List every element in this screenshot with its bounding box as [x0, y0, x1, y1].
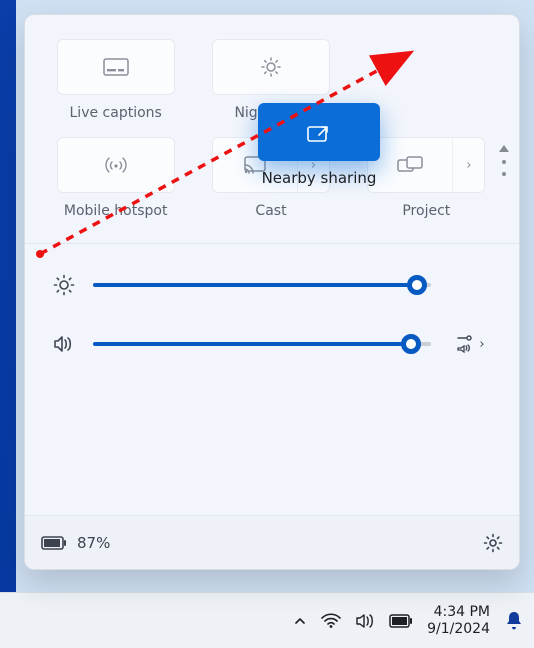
- page-dot: [502, 172, 506, 176]
- night-light-button[interactable]: [212, 39, 330, 95]
- share-icon: [306, 121, 332, 143]
- scroll-up-icon: [499, 145, 509, 152]
- speaker-icon[interactable]: [355, 613, 375, 629]
- chevron-right-icon: ›: [466, 158, 471, 173]
- mobile-hotspot-button[interactable]: [57, 137, 175, 193]
- battery-icon[interactable]: [389, 614, 413, 628]
- tile-live-captions: Live captions: [47, 39, 184, 127]
- project-expand[interactable]: ›: [452, 138, 484, 192]
- captions-icon: [103, 58, 129, 76]
- quick-settings-footer: 87%: [25, 515, 519, 569]
- tray-overflow-chevron-icon[interactable]: [293, 614, 307, 628]
- clock-time: 4:34 PM: [427, 604, 490, 620]
- battery-icon: [41, 536, 67, 550]
- battery-percent: 87%: [77, 534, 110, 552]
- clock[interactable]: 4:34 PM 9/1/2024: [427, 604, 490, 636]
- project-label: Project: [402, 203, 450, 225]
- tile-mobile-hotspot: Mobile hotspot: [47, 137, 184, 225]
- quick-settings-panel: Live captions Night light Mobile hotspot: [24, 14, 520, 570]
- page-dot: [502, 160, 506, 164]
- page-indicators[interactable]: [499, 145, 509, 176]
- notifications-bell-icon[interactable]: [504, 610, 524, 632]
- brightness-icon: [51, 274, 77, 296]
- settings-button[interactable]: [483, 533, 503, 553]
- mobile-hotspot-label: Mobile hotspot: [64, 203, 168, 225]
- nearby-sharing-button-dragging[interactable]: [258, 103, 380, 161]
- sliders-section: ›: [25, 243, 519, 376]
- speaker-icon: [51, 335, 77, 353]
- audio-output-button[interactable]: ›: [447, 334, 493, 354]
- wifi-icon[interactable]: [321, 613, 341, 629]
- brightness-slider[interactable]: [93, 275, 431, 295]
- hotspot-icon: [104, 155, 128, 175]
- taskbar: 4:34 PM 9/1/2024: [0, 592, 534, 648]
- gear-icon: [483, 533, 503, 553]
- chevron-right-icon: ›: [479, 337, 484, 352]
- live-captions-label: Live captions: [70, 105, 162, 127]
- audio-mixer-icon: [455, 334, 477, 354]
- battery-status[interactable]: 87%: [41, 534, 110, 552]
- system-tray: [293, 613, 413, 629]
- cast-label: Cast: [255, 203, 286, 225]
- live-captions-button[interactable]: [57, 39, 175, 95]
- brightness-low-icon: [260, 56, 282, 78]
- nearby-sharing-label: Nearby sharing: [246, 169, 392, 187]
- volume-slider-row: ›: [51, 334, 493, 354]
- project-icon: [397, 156, 423, 174]
- clock-date: 9/1/2024: [427, 621, 490, 637]
- volume-slider[interactable]: [93, 334, 431, 354]
- brightness-slider-row: [51, 274, 493, 296]
- desktop-wallpaper-strip: [0, 0, 16, 648]
